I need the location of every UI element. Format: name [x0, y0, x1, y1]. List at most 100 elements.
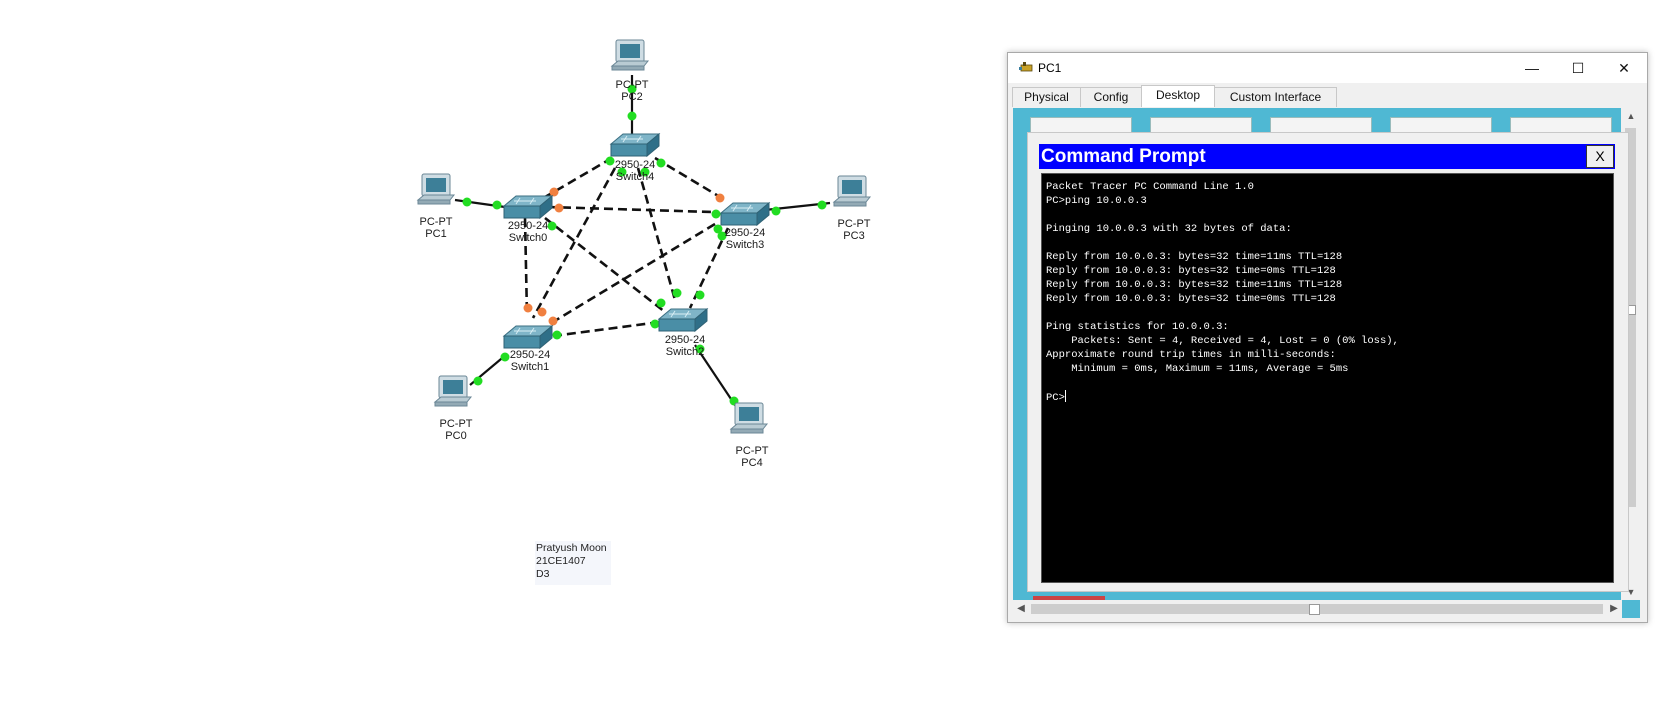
text-cursor: [1064, 390, 1066, 402]
tab-config[interactable]: Config: [1080, 87, 1142, 107]
switch-icon: [720, 202, 770, 226]
device-switch3[interactable]: 2950-24 Switch3: [720, 202, 770, 251]
tab-custom-interface[interactable]: Custom Interface: [1214, 87, 1337, 107]
port-light-up: [817, 200, 827, 210]
device-model-label: PC-PT: [440, 418, 473, 430]
device-pc0[interactable]: PC-PT PC0: [434, 375, 473, 442]
console-output[interactable]: Packet Tracer PC Command Line 1.0 PC>ping…: [1041, 173, 1614, 583]
link-switch1-switch2: [552, 320, 661, 338]
device-switch0[interactable]: 2950-24 Switch0: [503, 195, 553, 244]
console-line: Reply from 10.0.0.3: bytes=32 time=11ms …: [1046, 279, 1343, 291]
pc1-window[interactable]: PC1 — ☐ ✕ Physical Config Desktop Custom…: [1007, 52, 1648, 623]
command-prompt-title: Command Prompt: [1041, 146, 1206, 167]
console-line: PC>ping 10.0.0.3: [1046, 195, 1147, 207]
pc-icon: [611, 39, 649, 71]
console-prompt: PC>: [1046, 390, 1066, 404]
horizontal-scrollbar[interactable]: ◀ ▶: [1013, 600, 1622, 618]
pc-icon: [730, 402, 768, 434]
link-switch4-switch2: [636, 167, 677, 301]
device-model-label: PC-PT: [420, 216, 453, 228]
device-name-label: PC3: [843, 230, 864, 242]
device-pc4[interactable]: PC-PT PC4: [730, 402, 769, 469]
command-prompt-window[interactable]: Command Prompt X Packet Tracer PC Comman…: [1027, 132, 1629, 592]
console-line: Reply from 10.0.0.3: bytes=32 time=0ms T…: [1046, 265, 1336, 277]
window-tabs: Physical Config Desktop Custom Interface: [1012, 85, 1642, 107]
tab-physical[interactable]: Physical: [1012, 87, 1081, 107]
device-name-label: Switch2: [666, 346, 705, 358]
device-pc3[interactable]: PC-PT PC3: [833, 175, 871, 242]
maximize-button[interactable]: ☐: [1555, 53, 1601, 83]
port-light-up: [656, 298, 666, 308]
port-light-blocking: [715, 193, 725, 203]
device-name-label: Switch3: [726, 239, 765, 251]
port-light-up: [672, 288, 682, 298]
pc-icon: [833, 175, 871, 207]
device-name-label: PC4: [741, 457, 762, 469]
console-line: Pinging 10.0.0.3 with 32 bytes of data:: [1046, 223, 1292, 235]
port-light-up: [500, 352, 510, 362]
console-line: Minimum = 0ms, Maximum = 11ms, Average =…: [1046, 363, 1349, 375]
switch-icon: [503, 325, 553, 349]
port-light-up: [552, 330, 562, 340]
device-switch2[interactable]: 2950-24 Switch2: [658, 308, 708, 358]
close-button[interactable]: ✕: [1601, 53, 1647, 83]
console-line: Ping statistics for 10.0.0.3:: [1046, 321, 1229, 333]
port-light-up: [627, 111, 637, 121]
device-pc1[interactable]: PC-PT PC1: [417, 173, 455, 240]
port-light-blocking: [537, 307, 547, 317]
packet-tracer-icon: [1019, 61, 1033, 79]
pc-icon: [434, 375, 472, 407]
note-line: D3: [536, 568, 550, 580]
console-line: Packets: Sent = 4, Received = 4, Lost = …: [1046, 335, 1399, 347]
window-titlebar[interactable]: PC1 — ☐ ✕: [1008, 53, 1647, 83]
device-model-label: PC-PT: [838, 218, 871, 230]
port-light-up: [711, 209, 721, 219]
device-model-label: 2950-24: [510, 349, 550, 361]
port-light-up: [656, 158, 666, 168]
command-prompt-header: Command Prompt X: [1039, 144, 1615, 169]
scroll-up-icon[interactable]: ▲: [1622, 108, 1640, 124]
port-light-up: [462, 197, 472, 207]
device-switch4[interactable]: 2950-24 Switch4: [610, 133, 660, 183]
device-pc2[interactable]: PC-PT PC2: [611, 39, 649, 103]
text-note[interactable]: Pratyush Moon 21CE1407 D3: [535, 541, 611, 585]
device-name-label: Switch1: [511, 361, 550, 373]
topology-canvas[interactable]: PC-PT PC2 2950-24 Switch4 PC-PT PC1 2950…: [0, 0, 900, 720]
port-light-up: [473, 376, 483, 386]
window-title: PC1: [1038, 61, 1062, 75]
switch-icon: [658, 308, 708, 332]
device-switch1[interactable]: 2950-24 Switch1: [503, 325, 553, 373]
link-switch0-switch3: [547, 205, 713, 214]
console-text: Packet Tracer PC Command Line 1.0 PC>ping…: [1046, 180, 1399, 405]
command-prompt-close-button[interactable]: X: [1586, 145, 1614, 168]
switch-icon: [610, 133, 660, 157]
switch-icon: [503, 195, 553, 219]
port-light-up: [650, 319, 660, 329]
note-line: Pratyush Moon: [536, 542, 607, 554]
device-name-label: PC2: [621, 91, 642, 103]
port-light-blocking: [549, 187, 559, 197]
device-model-label: 2950-24: [665, 334, 705, 346]
minimize-button[interactable]: —: [1509, 53, 1555, 83]
console-line: Reply from 10.0.0.3: bytes=32 time=0ms T…: [1046, 293, 1336, 305]
port-light-up: [492, 200, 502, 210]
console-line: Approximate round trip times in milli-se…: [1046, 349, 1336, 361]
console-line: Packet Tracer PC Command Line 1.0: [1046, 181, 1254, 193]
port-light-blocking: [523, 303, 533, 313]
device-model-label: 2950-24: [725, 227, 765, 239]
pc-icon: [417, 173, 455, 205]
device-name-label: Switch4: [616, 171, 655, 183]
device-model-label: 2950-24: [615, 159, 655, 171]
note-line: 21CE1407: [536, 555, 586, 567]
tab-desktop[interactable]: Desktop: [1141, 85, 1215, 107]
scroll-left-icon[interactable]: ◀: [1013, 600, 1029, 618]
scroll-right-icon[interactable]: ▶: [1606, 600, 1622, 618]
port-light-blocking: [548, 316, 558, 326]
port-light-up: [771, 206, 781, 216]
link-switch0-switch2: [544, 216, 666, 314]
device-model-label: PC-PT: [736, 445, 769, 457]
